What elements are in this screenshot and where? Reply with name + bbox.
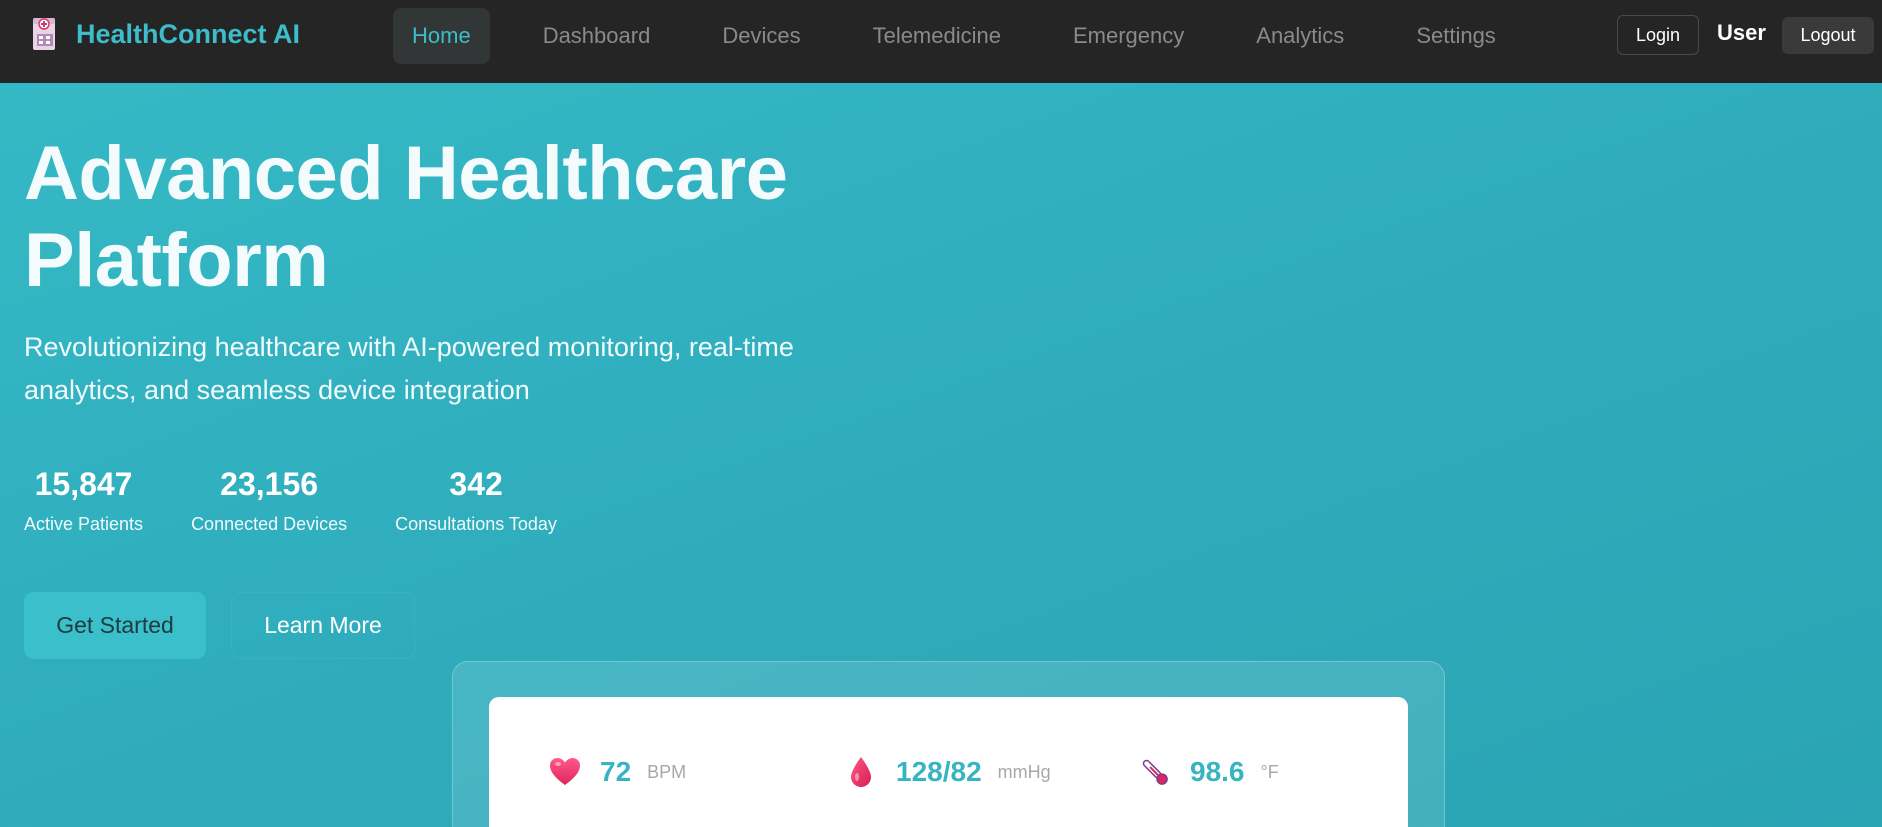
vital-temperature: 98.6 °F [1138, 755, 1279, 789]
hero-title: Advanced Healthcare Platform [24, 131, 788, 303]
vital-value: 72 [600, 756, 632, 787]
vital-unit: mmHg [997, 761, 1051, 782]
login-button[interactable]: Login [1617, 15, 1699, 55]
stat-connected-devices: 23,156 Connected Devices [191, 462, 347, 535]
brand-name: HealthConnect AI [76, 18, 301, 49]
nav-settings[interactable]: Settings [1397, 8, 1515, 64]
nav-emergency[interactable]: Emergency [1054, 8, 1203, 64]
hospital-icon [30, 16, 62, 52]
vital-blood-pressure: 128/82 mmHg [844, 755, 1051, 789]
nav-dashboard[interactable]: Dashboard [524, 8, 670, 64]
stat-value: 15,847 [34, 466, 133, 502]
stat-value: 23,156 [220, 466, 319, 502]
stat-label: Active Patients [24, 514, 144, 534]
stat-label: Connected Devices [191, 514, 348, 534]
stat-active-patients: 15,847 Active Patients [24, 462, 143, 535]
nav-telemedicine[interactable]: Telemedicine [854, 8, 1020, 64]
thermometer-icon [1138, 755, 1172, 789]
vital-unit: °F [1260, 761, 1279, 782]
vital-value: 98.6 [1190, 756, 1245, 787]
stat-consultations-today: 342 Consultations Today [395, 462, 557, 535]
hero-subtitle: Revolutionizing healthcare with AI-power… [24, 332, 794, 405]
brand[interactable]: HealthConnect AI [30, 16, 300, 52]
top-navbar: HealthConnect AI Home Dashboard Devices … [0, 0, 1882, 83]
nav-devices[interactable]: Devices [703, 8, 819, 64]
main-nav: Home Dashboard Devices Telemedicine Emer… [393, 8, 1549, 64]
learn-more-button[interactable]: Learn More [231, 592, 415, 659]
nav-analytics[interactable]: Analytics [1237, 8, 1363, 64]
vital-unit: BPM [647, 761, 687, 782]
user-label: User [1717, 20, 1766, 45]
stat-label: Consultations Today [395, 514, 557, 534]
vital-value: 128/82 [896, 756, 982, 787]
heart-icon [548, 755, 582, 789]
vital-heart-rate: 72 BPM [548, 755, 686, 789]
get-started-button[interactable]: Get Started [24, 592, 206, 659]
blood-drop-icon [844, 755, 878, 789]
nav-home[interactable]: Home [393, 8, 490, 64]
stats-row: 15,847 Active Patients 23,156 Connected … [24, 462, 605, 535]
stat-value: 342 [449, 466, 503, 502]
logout-button[interactable]: Logout [1782, 17, 1874, 54]
